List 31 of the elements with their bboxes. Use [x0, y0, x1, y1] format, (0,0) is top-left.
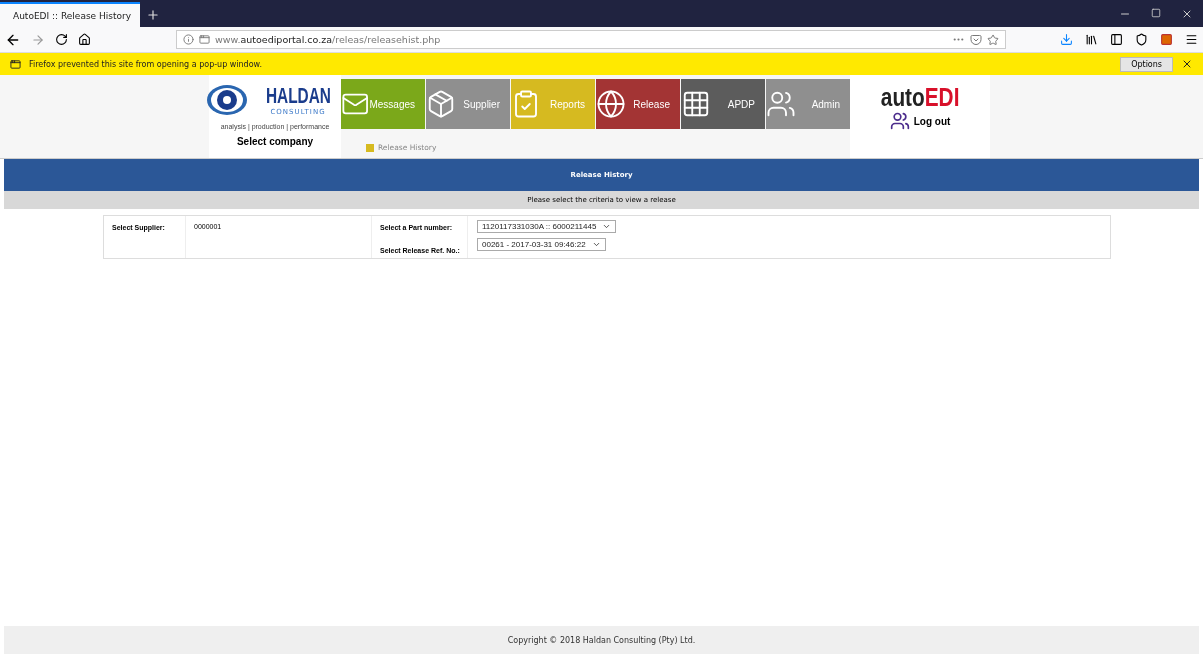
- sidebar-icon[interactable]: [1110, 33, 1123, 46]
- select-dropdown[interactable]: 1120117331030A :: 6000211445: [477, 220, 617, 233]
- popup-icon: [199, 34, 210, 45]
- home-icon[interactable]: [78, 33, 91, 46]
- select-dropdown[interactable]: 00261 - 2017-03-31 09:46:22: [477, 238, 606, 251]
- popup-icon: [10, 58, 21, 70]
- breadcrumb-marker: [366, 143, 374, 152]
- restore-icon[interactable]: [1151, 7, 1161, 18]
- info-icon: [183, 34, 194, 45]
- close-icon[interactable]: [1181, 58, 1193, 70]
- pocket-icon[interactable]: [970, 33, 982, 46]
- logout-link[interactable]: Log out: [913, 115, 951, 127]
- copyright-text: Copyright © 2018 Haldan Consulting (Pty) Ltd.: [4, 626, 1199, 654]
- address-bar[interactable]: www.autoediportal.co.za/releas/releasehist.php: [176, 30, 1006, 49]
- browser-tab[interactable]: AutoEDI :: Release History: [0, 2, 140, 27]
- users-icon: [889, 111, 910, 131]
- forward-icon[interactable]: [31, 32, 45, 47]
- menu-tile[interactable]: Release: [596, 79, 680, 129]
- autoedi-logo: autoEDI: [880, 83, 960, 111]
- new-tab-icon[interactable]: [146, 8, 160, 22]
- select-company-link[interactable]: Select company: [236, 136, 314, 147]
- star-icon[interactable]: [987, 33, 999, 46]
- download-icon[interactable]: [1060, 33, 1073, 46]
- reload-icon[interactable]: [55, 33, 68, 46]
- logo-name: HALDAN: [265, 84, 331, 108]
- options-button[interactable]: Options: [1120, 56, 1173, 72]
- shield-icon[interactable]: [1135, 33, 1148, 46]
- menu-tile[interactable]: APDP: [681, 79, 765, 129]
- notification-text: Firefox prevented this site from opening a pop-up window.: [29, 59, 262, 69]
- extension-icon[interactable]: [1160, 33, 1173, 46]
- library-icon[interactable]: [1085, 33, 1098, 46]
